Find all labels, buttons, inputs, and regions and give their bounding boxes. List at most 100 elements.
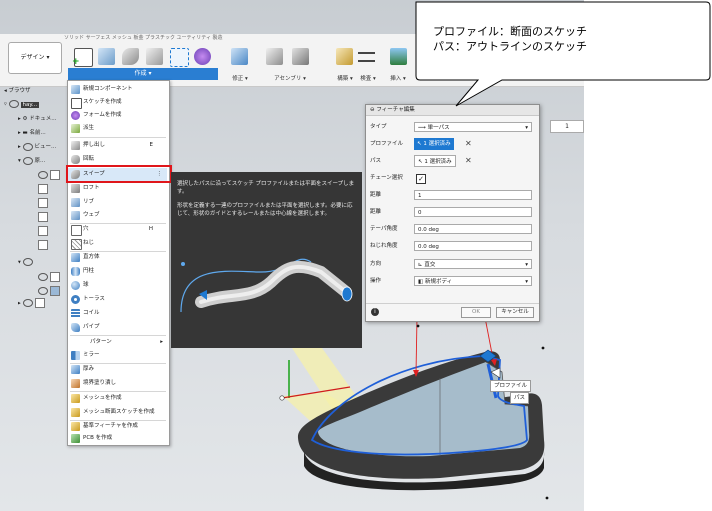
callout-text: プロファイル：断面のスケッチ パス：アウトラインのスケッチ [433,24,693,54]
assemble-group[interactable]: アセンブリ ▾ [258,34,322,86]
menu-item-derive[interactable]: 派生 [68,122,167,135]
visibility-eye-icon[interactable] [38,287,48,295]
menu-item-mesh-section-sketch[interactable]: メッシュ断面スケッチを作成 [68,406,167,419]
orientation-select[interactable]: ⊾ 直交 ▾ [414,259,532,269]
menu-item-pipe[interactable]: パイプ [68,321,167,334]
browser-panel: ◂ ブラウザ ▿ hay... ▸ ⚙ ドキュメ... ▸ ▬ 名前... ▸ … [0,86,68,316]
box-icon [71,253,80,262]
thicken-icon [71,365,80,374]
browser-tree-row[interactable] [38,286,62,296]
menu-item-mirror[interactable]: ミラー [68,349,167,362]
visibility-eye-icon[interactable] [22,258,33,266]
menu-item-boundary-fill[interactable]: 境界塗り潰し [68,377,167,390]
info-icon[interactable]: i [371,308,379,316]
tooltip-text: 選択したパスに沿ってスケッチ プロファイルまたは平面をスイープします。 形状を定… [177,180,357,218]
distance1-input[interactable]: 1 [414,190,532,200]
mirror-icon [71,351,80,360]
browser-tree-row[interactable] [38,226,50,236]
browser-item-names[interactable]: ▸ ▬ 名前... [18,128,46,138]
menu-separator [70,137,166,138]
tooltip-line-1: 選択したパスに沿ってスケッチ プロファイルまたは平面をスイープします。 [177,181,355,195]
menu-item-rib[interactable]: リブ [68,196,167,209]
type-value: 単一パス [427,125,450,131]
menu-item-cylinder[interactable]: 円柱 [68,265,167,278]
clear-path-icon[interactable]: ✕ [465,156,472,166]
menu-item-pattern[interactable]: パターン ▸ [68,336,167,349]
browser-tree-row[interactable]: ▸ [18,298,47,308]
menu-item-torus[interactable]: トーラス [68,293,167,306]
browser-item-origin[interactable]: ▾ 原... [18,156,45,166]
dialog-title: フィーチャ編集 [376,107,415,113]
menu-item-sphere[interactable]: 球 [68,279,167,292]
form-icon[interactable] [98,48,115,65]
box-icon[interactable] [146,48,163,65]
insert-group[interactable]: 挿入 ▾ [380,34,416,86]
visibility-eye-icon[interactable] [38,273,48,281]
browser-tree-row[interactable] [38,272,62,282]
menu-item-hole[interactable]: 穴H [68,223,167,236]
browser-header[interactable]: ◂ ブラウザ [4,86,31,96]
menu-item-thicken[interactable]: 厚み [68,363,167,376]
scale-field[interactable]: 1 [550,120,584,133]
browser-tree-row[interactable] [38,240,50,250]
sketch-icon[interactable]: + [72,48,93,67]
visibility-eye-icon[interactable] [8,100,19,108]
orientation-value: 直交 [424,262,436,268]
pattern-icon[interactable] [170,48,189,67]
distance2-input[interactable]: 0 [414,207,532,217]
callout-line-profile: プロファイル：断面のスケッチ [433,25,587,38]
browser-item-root[interactable]: ▿ hay... [4,100,40,110]
menu-item-create-form[interactable]: フォームを作成 [68,109,167,122]
browser-tree-row[interactable]: ▾ [18,258,35,268]
browser-item-view[interactable]: ▸ ビュー... [18,142,56,152]
profile-select-button[interactable]: ↖ 1 選択済み [414,138,454,150]
twist-angle-input[interactable]: 0.0 deg [414,241,532,251]
browser-tree-row[interactable] [38,212,50,222]
browser-item-label: 原... [34,158,46,164]
menu-item-create-sketch[interactable]: スケッチを作成 [68,96,167,109]
workspace-design-button[interactable]: デザイン ▾ [8,42,62,74]
callout-line-path: パス：アウトラインのスケッチ [433,40,587,53]
visibility-eye-icon[interactable] [22,299,33,307]
menu-item-new-component[interactable]: 新規コンポーネント [68,83,167,96]
distance1-label: 距離 [370,192,382,198]
operation-select[interactable]: ◧ 新規ボディ ▾ [414,276,532,286]
web-icon [71,211,80,220]
plane-icon [50,170,60,180]
menu-item-create-mesh[interactable]: メッシュを作成 [68,392,167,405]
browser-tree-row[interactable] [38,184,50,194]
visibility-eye-icon[interactable] [22,142,33,151]
cancel-button[interactable]: キャンセル [496,307,534,318]
taper-angle-label: テーパ角度 [370,226,398,232]
ok-button[interactable]: OK [461,307,491,318]
create-form-icon[interactable] [194,48,211,65]
taper-angle-input[interactable]: 0.0 deg [414,224,532,234]
collapse-icon[interactable]: ⊖ [370,107,375,113]
plane-icon [38,184,48,194]
measure-icon [358,52,375,62]
visibility-eye-icon[interactable] [22,156,33,165]
chain-select-checkbox[interactable]: ✓ [416,174,426,184]
menu-item-loft[interactable]: ロフト [68,182,167,195]
browser-item-doc[interactable]: ▸ ⚙ ドキュメ... [18,114,56,124]
path-select-button[interactable]: ↖ 1 選択済み [414,155,456,167]
menu-item-create-pcb[interactable]: PCB を作成 [68,432,167,445]
thread-icon [71,239,82,250]
browser-tree-row[interactable] [38,198,50,208]
dialog-divider [366,303,539,304]
menu-item-coil[interactable]: コイル [68,307,167,320]
sweep-toolbar-icon[interactable] [122,48,139,65]
menu-item-extrude[interactable]: 押し出し E [68,139,167,152]
menu-item-box[interactable]: 直方体 [68,251,167,264]
gear-icon: ⚙ [22,116,28,122]
assemble-label: アセンブリ [274,76,302,82]
browser-tree-row[interactable] [38,170,62,180]
visibility-eye-icon[interactable] [38,171,48,179]
create-group-button[interactable]: 作成 ▾ [68,68,218,80]
type-select[interactable]: ⟿ 単一パス ▾ [414,122,532,132]
modify-group[interactable]: 修正 ▾ [222,34,258,86]
clear-profile-icon[interactable]: ✕ [465,139,472,149]
menu-item-thread[interactable]: ねじ [68,237,167,250]
body-icon [34,298,45,308]
menu-item-web[interactable]: ウェブ [68,209,167,222]
